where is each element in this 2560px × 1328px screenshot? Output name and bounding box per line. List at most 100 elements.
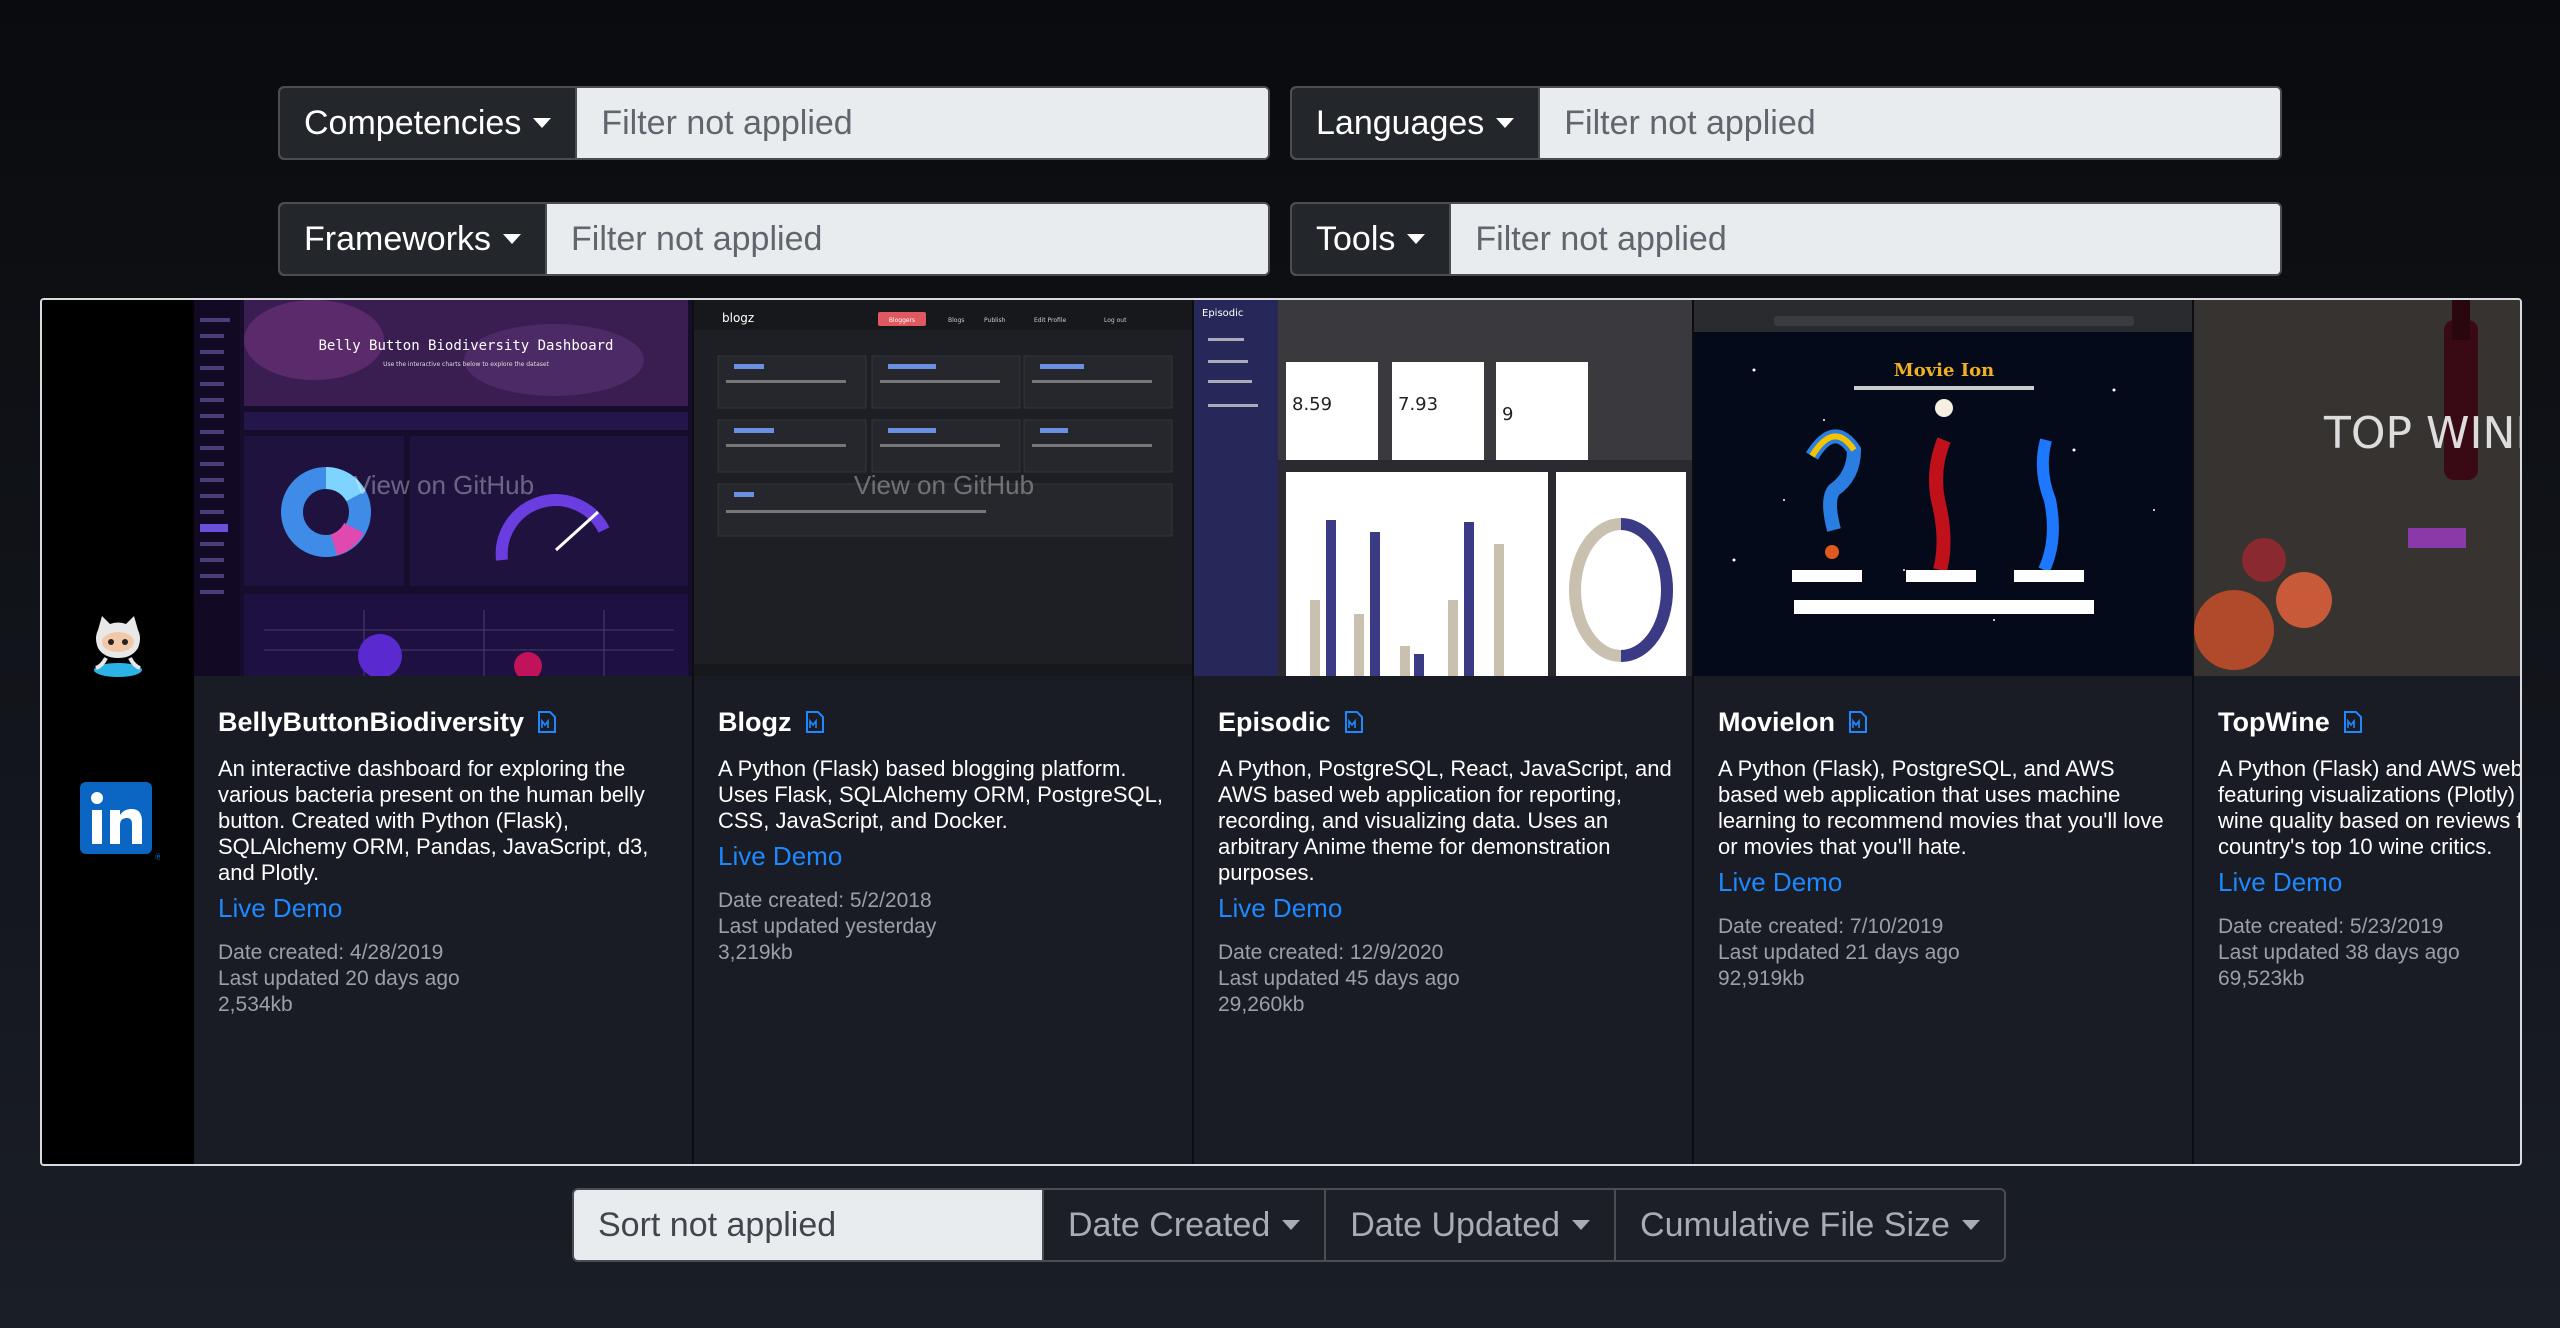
- caret-down-icon: [1282, 1220, 1301, 1230]
- svg-text:Bloggers: Bloggers: [889, 317, 915, 324]
- github-octocat-icon: [94, 616, 142, 677]
- project-description: A Python (Flask) and AWS web application…: [2218, 756, 2522, 859]
- project-screenshot[interactable]: Episodic 8.59 7.93 9 View on GitHub: [1194, 300, 1692, 676]
- linkedin-icon: ®: [80, 782, 163, 863]
- sort-date-created-button[interactable]: Date Created: [1042, 1190, 1325, 1260]
- project-card-bellybutton: Belly Button Biodiversity Dashboard Use …: [194, 300, 694, 1164]
- file-size: 29,260kb: [1218, 993, 1305, 1016]
- wine-preview-graphic: TOP WINE: [2194, 300, 2522, 676]
- languages-filter-input[interactable]: Filter not applied: [1540, 88, 2280, 158]
- competencies-dropdown-button[interactable]: Competencies: [280, 88, 578, 158]
- last-updated: Last updated 20 days ago: [218, 967, 460, 990]
- caret-down-icon: [533, 118, 552, 128]
- project-cards: Belly Button Biodiversity Dashboard Use …: [194, 300, 2522, 1164]
- date-created: Date created: 7/10/2019: [1718, 915, 1944, 938]
- readme-icon[interactable]: [1849, 711, 1868, 733]
- project-screenshot[interactable]: TOP WINE: [2194, 300, 2522, 676]
- live-demo-link[interactable]: Live Demo: [1218, 892, 1668, 924]
- file-size: 92,919kb: [1718, 967, 1805, 990]
- sort-status-input[interactable]: Sort not applied: [574, 1190, 1042, 1260]
- svg-text:TOP WINE: TOP WINE: [2323, 408, 2522, 459]
- project-meta: Date created: 5/2/2018 Last updated yest…: [718, 888, 1168, 966]
- competencies-filter-input[interactable]: Filter not applied: [577, 88, 1268, 158]
- svg-text:Movie Ion: Movie Ion: [1894, 360, 1994, 381]
- file-size: 3,219kb: [718, 941, 793, 964]
- readme-icon[interactable]: [805, 711, 824, 733]
- project-meta: Date created: 4/28/2019 Last updated 20 …: [218, 940, 668, 1018]
- svg-text:®: ®: [154, 853, 160, 862]
- languages-filter: Languages Filter not applied: [1290, 86, 2282, 160]
- frameworks-label: Frameworks: [304, 219, 492, 258]
- github-link[interactable]: [88, 612, 148, 685]
- tools-filter: Tools Filter not applied: [1290, 202, 2282, 276]
- svg-text:Use the interactive charts bel: Use the interactive charts below to expl…: [383, 361, 550, 368]
- view-on-github-overlay[interactable]: View on GitHub: [194, 470, 692, 501]
- view-on-github-overlay[interactable]: View on GitHub: [1194, 470, 1692, 501]
- file-size: 69,523kb: [2218, 967, 2305, 990]
- sort-date-created-label: Date Created: [1068, 1205, 1271, 1244]
- project-screenshot[interactable]: blogz Bloggers Blogs Publish Edit Profil…: [694, 300, 1192, 676]
- competencies-filter: Competencies Filter not applied: [278, 86, 1270, 160]
- svg-text:Episodic: Episodic: [1202, 308, 1243, 319]
- social-links: ®: [42, 300, 194, 1164]
- readme-icon[interactable]: [1344, 711, 1363, 733]
- project-showcase: ®: [40, 298, 2522, 1166]
- project-title: Blogz: [718, 706, 792, 737]
- linkedin-link[interactable]: ®: [76, 778, 163, 867]
- date-created: Date created: 5/23/2019: [2218, 915, 2444, 938]
- sort-controls: Sort not applied Date Created Date Updat…: [572, 1188, 2006, 1262]
- svg-text:blogz: blogz: [722, 311, 754, 325]
- languages-label: Languages: [1316, 103, 1485, 142]
- date-created: Date created: 5/2/2018: [718, 889, 932, 912]
- project-description: An interactive dashboard for exploring t…: [218, 756, 649, 885]
- project-screenshot[interactable]: Movie Ion: [1694, 300, 2192, 676]
- last-updated: Last updated yesterday: [718, 915, 937, 938]
- sort-file-size-button[interactable]: Cumulative File Size: [1614, 1190, 2004, 1260]
- svg-text:9: 9: [1502, 404, 1513, 425]
- svg-text:Belly Button Biodiversity Dash: Belly Button Biodiversity Dashboard: [318, 338, 613, 354]
- project-description: A Python (Flask) based blogging platform…: [718, 756, 1164, 833]
- live-demo-link[interactable]: Live Demo: [2218, 866, 2498, 898]
- readme-icon[interactable]: [2343, 711, 2362, 733]
- frameworks-filter-input[interactable]: Filter not applied: [547, 204, 1268, 274]
- project-card-topwine: TOP WINE TopWine A Python (Flask) and AW…: [2194, 300, 2522, 1164]
- project-title: MovieIon: [1718, 706, 1836, 737]
- live-demo-link[interactable]: Live Demo: [1718, 866, 2168, 898]
- frameworks-filter: Frameworks Filter not applied: [278, 202, 1270, 276]
- last-updated: Last updated 21 days ago: [1718, 941, 1960, 964]
- project-title: TopWine: [2218, 706, 2330, 737]
- frameworks-dropdown-button[interactable]: Frameworks: [280, 204, 548, 274]
- project-description: A Python, PostgreSQL, React, JavaScript,…: [1218, 756, 1672, 885]
- tools-filter-input[interactable]: Filter not applied: [1451, 204, 2280, 274]
- sort-file-size-label: Cumulative File Size: [1640, 1205, 1950, 1244]
- caret-down-icon: [1407, 234, 1426, 244]
- project-screenshot[interactable]: Belly Button Biodiversity Dashboard Use …: [194, 300, 692, 676]
- file-size: 2,534kb: [218, 993, 293, 1016]
- competencies-label: Competencies: [304, 103, 522, 142]
- tools-dropdown-button[interactable]: Tools: [1292, 204, 1452, 274]
- svg-text:Blogs: Blogs: [948, 317, 964, 324]
- project-card-movieion: Movie Ion MovieIon A Python (Flask), Pos…: [1694, 300, 2194, 1164]
- sort-date-updated-label: Date Updated: [1350, 1205, 1561, 1244]
- last-updated: Last updated 45 days ago: [1218, 967, 1460, 990]
- live-demo-link[interactable]: Live Demo: [218, 892, 668, 924]
- last-updated: Last updated 38 days ago: [2218, 941, 2460, 964]
- languages-dropdown-button[interactable]: Languages: [1292, 88, 1541, 158]
- readme-icon[interactable]: [538, 711, 557, 733]
- sort-date-updated-button[interactable]: Date Updated: [1324, 1190, 1615, 1260]
- svg-text:7.93: 7.93: [1398, 394, 1438, 415]
- project-description: A Python (Flask), PostgreSQL, and AWS ba…: [1718, 756, 2164, 859]
- tools-label: Tools: [1316, 219, 1396, 258]
- view-on-github-overlay[interactable]: View on GitHub: [694, 470, 1192, 501]
- caret-down-icon: [1496, 118, 1515, 128]
- project-meta: Date created: 7/10/2019 Last updated 21 …: [1718, 914, 2168, 992]
- caret-down-icon: [1961, 1220, 1980, 1230]
- caret-down-icon: [1572, 1220, 1591, 1230]
- caret-down-icon: [503, 234, 522, 244]
- project-card-episodic: Episodic 8.59 7.93 9 View on GitHub Epis…: [1194, 300, 1694, 1164]
- movie-preview-graphic: Movie Ion: [1694, 300, 2192, 676]
- project-meta: Date created: 5/23/2019 Last updated 38 …: [2218, 914, 2498, 992]
- live-demo-link[interactable]: Live Demo: [718, 840, 1168, 872]
- date-created: Date created: 4/28/2019: [218, 941, 444, 964]
- date-created: Date created: 12/9/2020: [1218, 941, 1444, 964]
